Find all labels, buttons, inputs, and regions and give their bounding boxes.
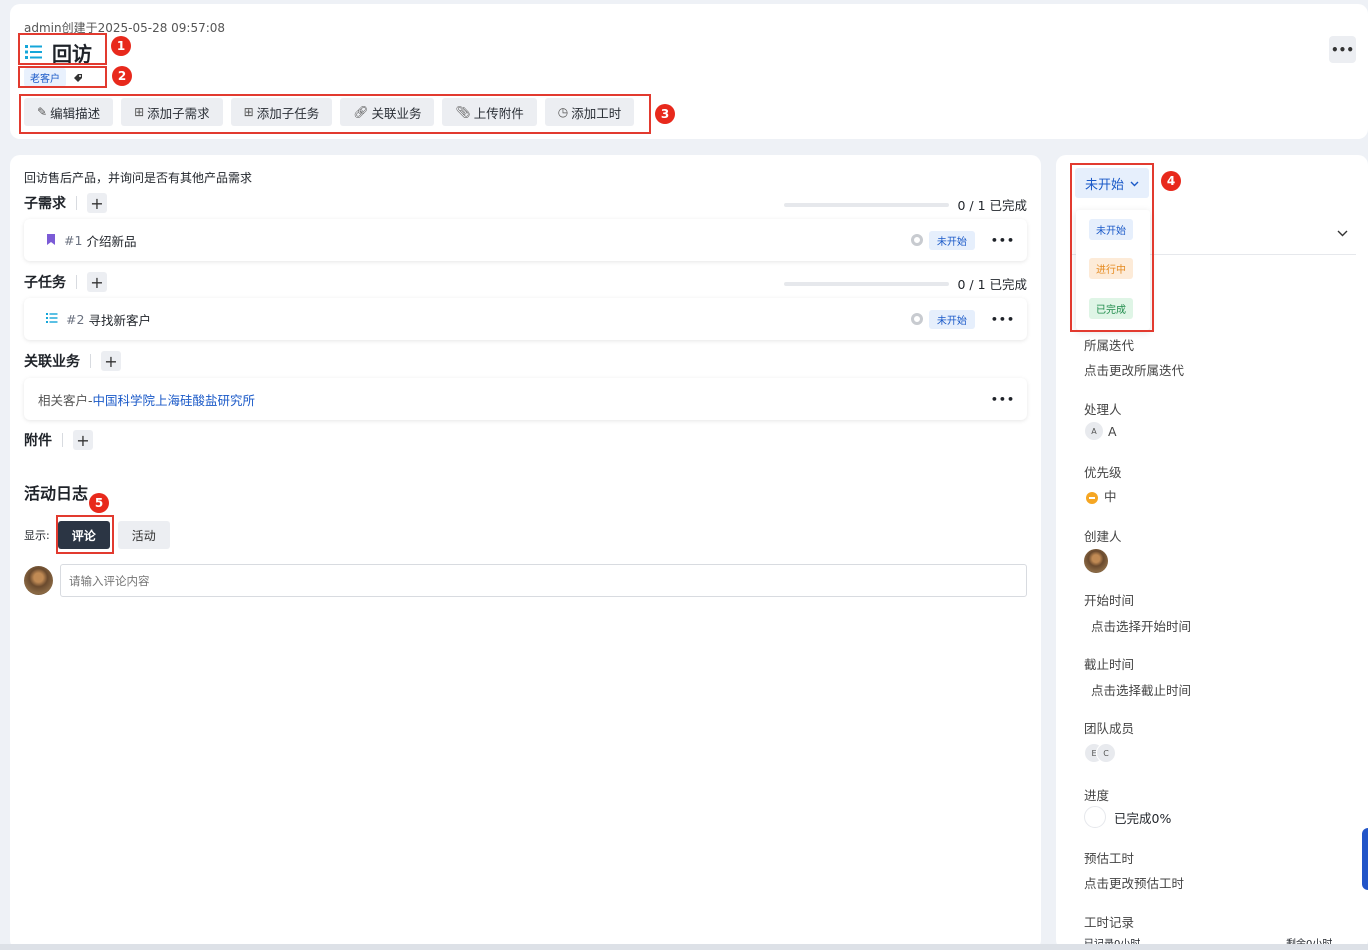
priority-medium-icon [1086, 491, 1098, 504]
sub-task-row[interactable]: #2 寻找新客户 未开始 ••• [24, 298, 1027, 340]
annotation-box-5 [56, 515, 114, 554]
progress-bar [784, 202, 950, 207]
priority-field[interactable]: 中 [1086, 486, 1117, 505]
sub-tasks-header: 子任务 + [24, 272, 107, 292]
avatar: A [1084, 421, 1104, 441]
related-business-header: 关联业务 + [24, 351, 121, 371]
iteration-value[interactable]: 点击更改所属迭代 [1084, 360, 1184, 379]
status-circle-icon [910, 313, 923, 325]
add-related-plus-button[interactable]: + [101, 351, 121, 371]
item-name[interactable]: 介绍新品 [86, 231, 136, 250]
activity-log-title: 活动日志 [24, 484, 89, 503]
status-badge[interactable]: 未开始 [928, 230, 975, 250]
comment-row [24, 564, 1027, 597]
row-more-button[interactable]: ••• [991, 393, 1015, 406]
sub-requirements-header: 子需求 + [24, 193, 107, 213]
task-description[interactable]: 回访售后产品，并询问是否有其他产品需求 [24, 169, 252, 186]
team-members-field[interactable]: E C [1084, 743, 1116, 763]
sub-requirements-progress: 0 / 1 已完成 [784, 195, 1027, 214]
team-members-label: 团队成员 [1084, 721, 1135, 736]
chevron-down-icon [1337, 226, 1348, 240]
annotation-badge-5: 5 [89, 493, 109, 513]
worklog-label: 工时记录 [1084, 915, 1135, 930]
due-time-label: 截止时间 [1084, 657, 1135, 672]
estimate-label: 预估工时 [1084, 851, 1135, 866]
due-time-picker[interactable]: 点击选择截止时间 [1091, 680, 1191, 699]
annotation-box-4 [1070, 163, 1154, 332]
assignee-label: 处理人 [1084, 402, 1122, 417]
sub-requirement-row[interactable]: #1 介绍新品 未开始 ••• [24, 219, 1027, 261]
priority-label: 优先级 [1084, 465, 1122, 480]
floating-side-tab[interactable] [1362, 828, 1368, 890]
annotation-badge-1: 1 [111, 36, 131, 56]
add-sub-requirement-plus-button[interactable]: + [87, 193, 107, 213]
progress-field[interactable]: 已完成0% [1084, 806, 1171, 828]
sub-tasks-progress: 0 / 1 已完成 [784, 274, 1027, 293]
annotation-badge-2: 2 [112, 66, 132, 86]
avatar [24, 566, 53, 595]
tab-activity[interactable]: 活动 [117, 521, 170, 549]
creator-field [1084, 549, 1108, 573]
avatar [1084, 549, 1108, 573]
item-name[interactable]: 寻找新客户 [88, 310, 151, 329]
row-more-button[interactable]: ••• [991, 234, 1015, 247]
attachments-header: 附件 + [24, 430, 93, 450]
main-panel: 回访售后产品，并询问是否有其他产品需求 子需求 + 0 / 1 已完成 #1 介… [10, 155, 1041, 950]
add-sub-task-plus-button[interactable]: + [87, 272, 107, 292]
annotation-badge-3: 3 [655, 104, 675, 124]
more-options-button[interactable]: ••• [1329, 36, 1356, 63]
annotation-box-2 [18, 66, 107, 88]
progress-bar [784, 281, 950, 286]
estimate-value[interactable]: 点击更改预估工时 [1084, 873, 1184, 892]
iteration-label: 所属迭代 [1084, 338, 1135, 353]
annotation-box-1 [18, 33, 107, 65]
start-time-picker[interactable]: 点击选择开始时间 [1091, 616, 1191, 635]
related-business-row[interactable]: 相关客户-中国科学院上海硅酸盐研究所 ••• [24, 378, 1027, 420]
annotation-box-3 [19, 94, 651, 134]
assignee-field[interactable]: A A [1084, 421, 1117, 441]
row-more-button[interactable]: ••• [991, 313, 1015, 326]
related-customer-link[interactable]: 中国科学院上海硅酸盐研究所 [93, 393, 256, 408]
start-time-label: 开始时间 [1084, 593, 1135, 608]
avatar: C [1096, 743, 1116, 763]
creator-label: 创建人 [1084, 529, 1122, 544]
bookmark-icon [46, 233, 56, 248]
bottom-edge [0, 944, 1368, 950]
add-attachment-plus-button[interactable]: + [73, 430, 93, 450]
annotation-badge-4: 4 [1161, 171, 1181, 191]
comment-input[interactable] [60, 564, 1027, 597]
progress-label: 进度 [1084, 788, 1110, 803]
task-list-icon [46, 312, 58, 327]
status-circle-icon [910, 234, 923, 246]
status-badge[interactable]: 未开始 [928, 309, 975, 329]
progress-ring [1084, 806, 1106, 828]
